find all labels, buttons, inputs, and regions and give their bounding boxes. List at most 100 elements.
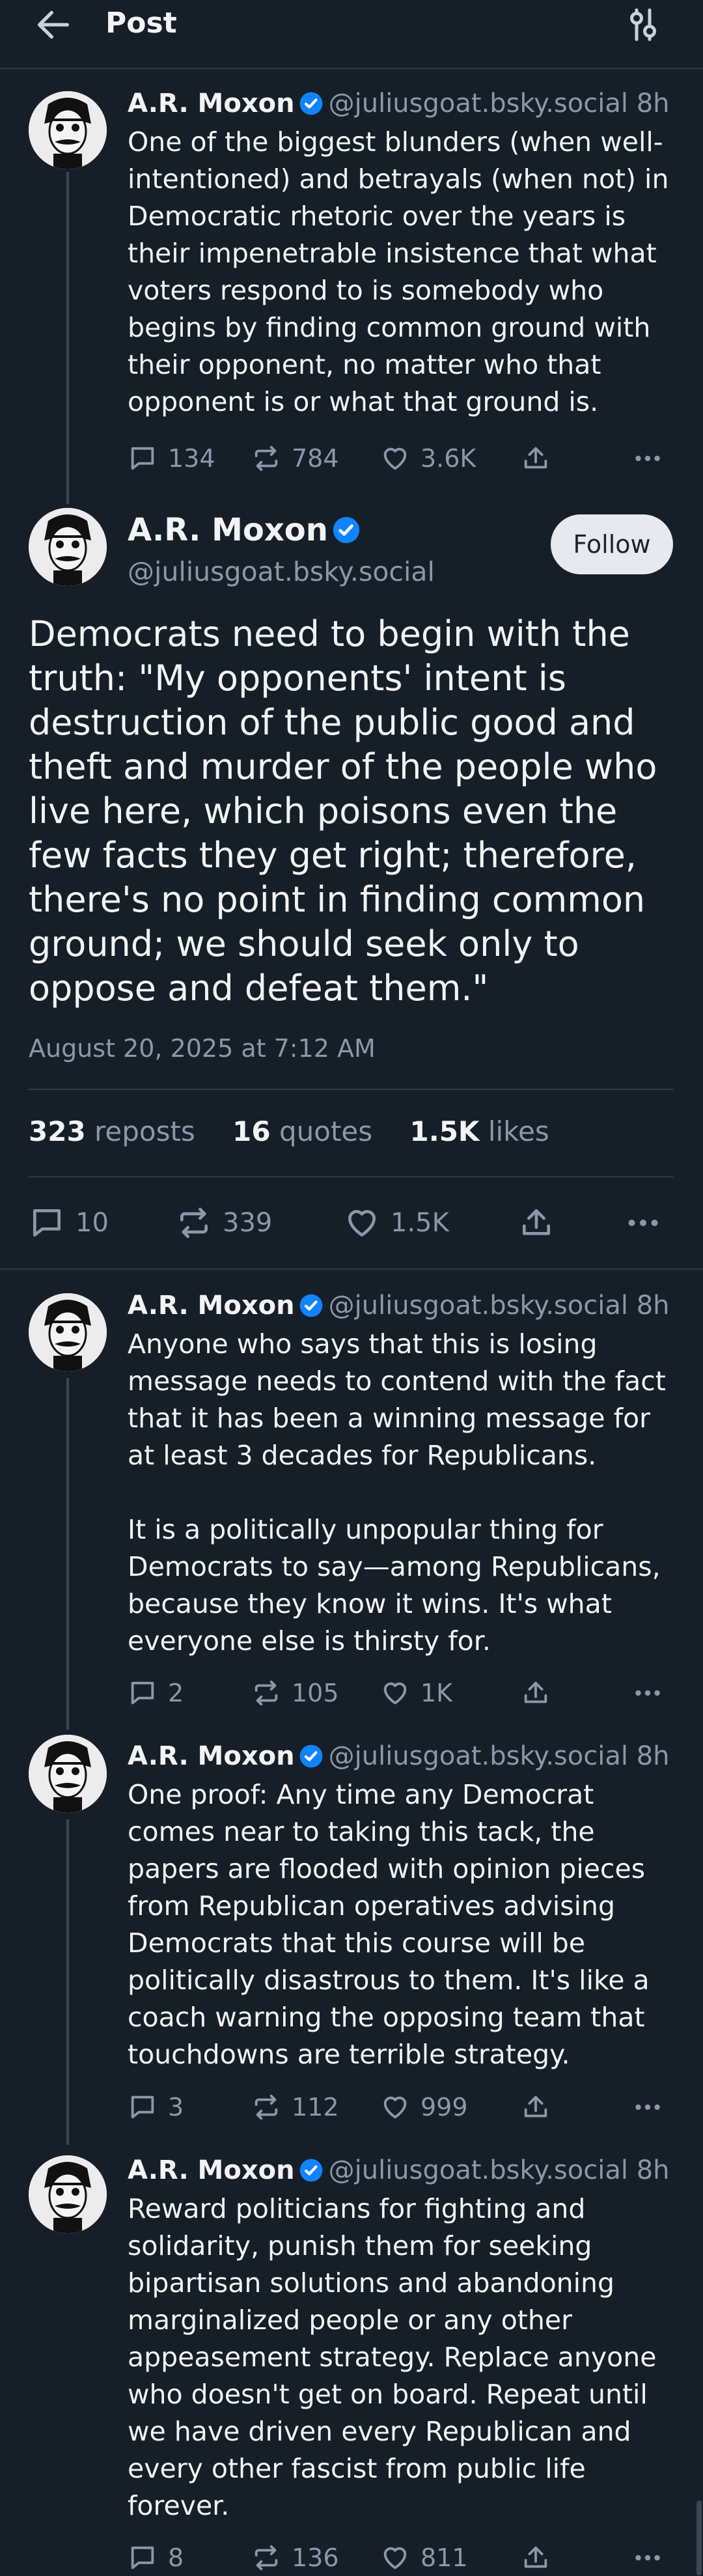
reply-button[interactable]: 10 <box>29 1202 109 1244</box>
repost-icon <box>251 1678 281 1708</box>
post-text: One proof: Any time any Democrat comes n… <box>128 1779 650 2070</box>
author-handle[interactable]: @juliusgoat.bsky.social <box>329 1741 628 1771</box>
share-button[interactable] <box>521 440 561 477</box>
avatar[interactable] <box>29 1735 107 1813</box>
like-icon <box>380 1678 410 1708</box>
reply-icon <box>128 443 158 473</box>
like-icon <box>380 2092 410 2122</box>
like-button[interactable]: 1.5K <box>344 1202 449 1244</box>
more-icon <box>631 2091 664 2123</box>
share-icon <box>521 443 551 473</box>
post-stats: 323 reposts 16 quotes 1.5K likes <box>29 1113 578 1150</box>
post-text: Reward politicians for fighting and soli… <box>128 2193 657 2521</box>
like-count: 1.5K <box>391 1208 449 1238</box>
reply-count: 2 <box>168 1679 184 1707</box>
author-handle[interactable]: @juliusgoat.bsky.social <box>329 2155 628 2185</box>
repost-button[interactable]: 105 <box>251 1675 339 1711</box>
author-name[interactable]: A.R. Moxon <box>128 1741 295 1771</box>
more-button[interactable] <box>631 2540 674 2576</box>
scrollbar[interactable] <box>696 2500 702 2575</box>
reply-count: 3 <box>168 2093 184 2121</box>
like-icon <box>380 2543 410 2573</box>
repost-count: 136 <box>292 2543 339 2572</box>
like-button[interactable]: 1K <box>380 1675 452 1711</box>
post-time: 8h <box>636 1291 670 1321</box>
more-icon <box>631 2541 664 2574</box>
repost-count: 105 <box>292 1679 339 1707</box>
quotes-label[interactable]: quotes <box>279 1115 372 1147</box>
more-button[interactable] <box>624 1202 673 1244</box>
main-post-text: Democrats need to begin with the truth: … <box>29 613 657 1009</box>
post-actions: 134 784 3.6K <box>128 440 674 477</box>
reply-button[interactable]: 3 <box>128 2089 184 2125</box>
reply-button[interactable]: 2 <box>128 1675 184 1711</box>
repost-button[interactable]: 339 <box>176 1202 272 1244</box>
top-bar: Post <box>0 0 703 69</box>
post-actions: 3 112 999 <box>128 2089 674 2125</box>
thread-line <box>66 1378 69 1729</box>
post-date: August 20, 2025 at 7:12 AM <box>29 1034 376 1063</box>
author-handle[interactable]: @juliusgoat.bsky.social <box>329 1291 628 1321</box>
author-name[interactable]: A.R. Moxon <box>128 2155 295 2185</box>
share-button[interactable] <box>518 1202 565 1244</box>
likes-label[interactable]: likes <box>488 1115 549 1147</box>
like-count: 999 <box>420 2093 468 2121</box>
quotes-count[interactable]: 16 <box>232 1115 270 1147</box>
like-count: 1K <box>420 1679 453 1707</box>
author-name[interactable]: A.R. Moxon <box>128 89 295 119</box>
reply-count: 10 <box>76 1208 109 1238</box>
like-button[interactable]: 999 <box>380 2089 468 2125</box>
section-divider <box>0 1268 703 1270</box>
like-icon <box>344 1205 380 1241</box>
more-icon <box>624 1203 663 1242</box>
reply-icon <box>128 2092 158 2122</box>
post-time: 8h <box>636 2155 670 2185</box>
more-icon <box>631 442 664 475</box>
post-time: 8h <box>636 89 670 119</box>
share-button[interactable] <box>521 2540 561 2576</box>
repost-button[interactable]: 136 <box>251 2540 339 2576</box>
more-button[interactable] <box>631 440 674 477</box>
thread-line <box>66 172 69 504</box>
likes-count[interactable]: 1.5K <box>410 1115 480 1147</box>
main-author[interactable]: A.R. Moxon <box>128 511 366 550</box>
reposts-count[interactable]: 323 <box>29 1115 86 1147</box>
post-actions: 8 136 811 <box>128 2540 674 2576</box>
share-button[interactable] <box>521 2089 561 2125</box>
repost-button[interactable]: 784 <box>251 440 339 477</box>
post-actions: 2 105 1K <box>128 1675 674 1711</box>
reposts-label[interactable]: reposts <box>94 1115 195 1147</box>
verified-badge-icon <box>299 1744 324 1769</box>
settings-sliders-icon[interactable] <box>624 5 663 44</box>
avatar[interactable] <box>29 2155 107 2233</box>
avatar[interactable] <box>29 1293 107 1371</box>
reply-button[interactable]: 8 <box>128 2540 184 2576</box>
page-title: Post <box>105 7 177 40</box>
reply-button[interactable]: 134 <box>128 440 215 477</box>
author-handle[interactable]: @juliusgoat.bsky.social <box>329 89 628 119</box>
back-arrow-icon[interactable] <box>33 4 74 46</box>
repost-count: 784 <box>292 444 339 473</box>
share-button[interactable] <box>521 1675 561 1711</box>
reply-icon <box>128 1678 158 1708</box>
repost-button[interactable]: 112 <box>251 2089 339 2125</box>
main-post-actions: 10 339 1.5K <box>29 1202 673 1244</box>
more-button[interactable] <box>631 2089 674 2125</box>
post-text: One of the biggest blunders (when well-i… <box>128 126 669 417</box>
more-button[interactable] <box>631 1675 674 1711</box>
repost-icon <box>176 1205 212 1241</box>
like-button[interactable]: 3.6K <box>380 440 476 477</box>
reply-icon <box>128 2543 158 2573</box>
follow-button[interactable]: Follow <box>551 514 673 574</box>
repost-count: 112 <box>292 2093 339 2121</box>
main-avatar[interactable] <box>29 508 107 586</box>
main-author-handle[interactable]: @juliusgoat.bsky.social <box>128 553 435 590</box>
author-name[interactable]: A.R. Moxon <box>128 1291 295 1321</box>
repost-count: 339 <box>223 1208 273 1238</box>
like-button[interactable]: 811 <box>380 2540 468 2576</box>
main-author-name[interactable]: A.R. Moxon <box>128 512 328 548</box>
avatar[interactable] <box>29 91 107 169</box>
share-icon <box>518 1205 555 1241</box>
more-icon <box>631 1677 664 1709</box>
thread-line <box>66 1819 69 2145</box>
